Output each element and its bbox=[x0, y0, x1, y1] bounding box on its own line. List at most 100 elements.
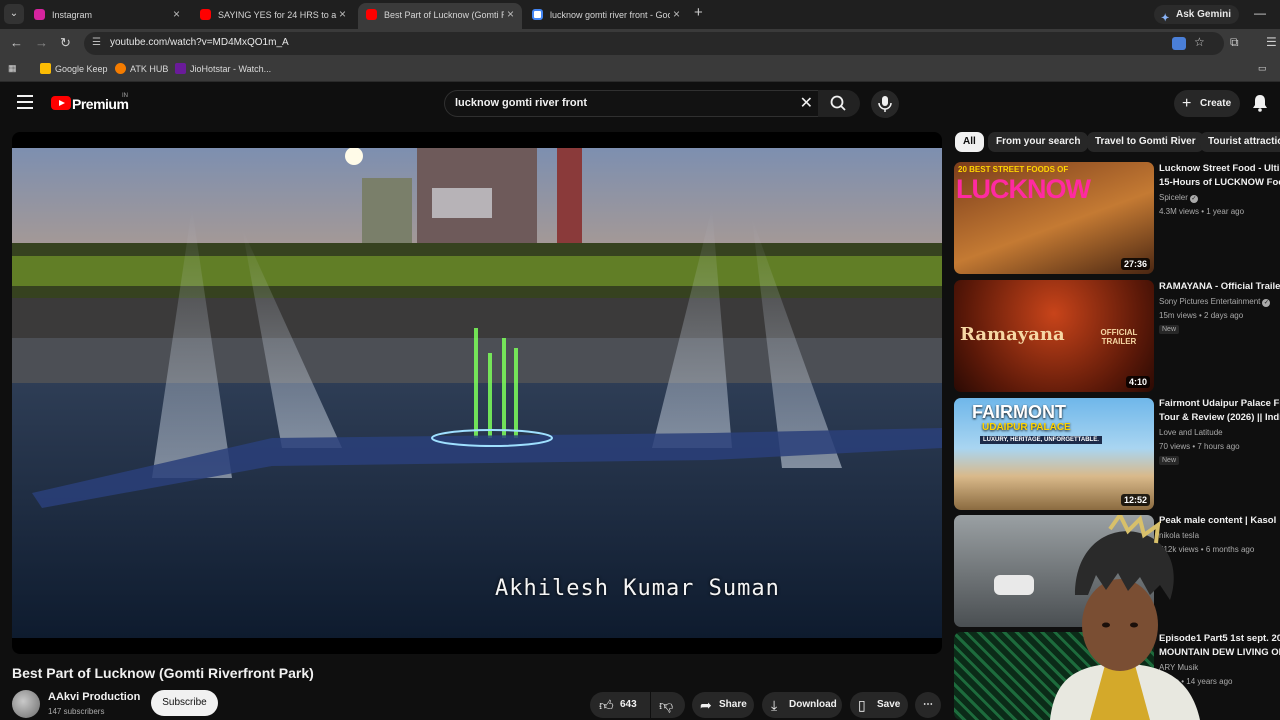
like-count: 643 bbox=[620, 699, 637, 710]
site-info-icon[interactable]: ☰ bbox=[92, 37, 101, 48]
video-duration: 27:36 bbox=[1120, 258, 1150, 270]
atk-hub-icon bbox=[115, 63, 126, 74]
ask-gemini-button[interactable]: ✦ Ask Gemini bbox=[1154, 5, 1240, 24]
close-icon[interactable]: × bbox=[339, 7, 346, 21]
rec-thumbnail[interactable]: FAIRMONT UDAIPUR PALACE LUXURY, HERITAGE… bbox=[954, 398, 1154, 510]
bookmark-jiohotstar[interactable]: JioHotstar - Watch... bbox=[175, 63, 271, 74]
tab-label: SAYING YES for 24 HRS to a FAN bbox=[218, 10, 338, 20]
clear-search-icon[interactable]: ✕ bbox=[800, 93, 813, 113]
thumb-subcaption: LUXURY, HERITAGE, UNFORGETTABLE. bbox=[980, 436, 1102, 444]
rec-title[interactable]: Fairmont Udaipur Palace Full Tour & Revie… bbox=[1159, 397, 1280, 425]
video-player[interactable]: Akhilesh Kumar Suman bbox=[12, 132, 942, 654]
chip-all[interactable]: All bbox=[955, 132, 984, 152]
url-text: youtube.com/watch?v=MD4MxQO1m_A bbox=[110, 37, 289, 48]
video-title: Best Part of Lucknow (Gomti Riverfront P… bbox=[12, 665, 314, 681]
close-icon[interactable]: × bbox=[507, 7, 514, 21]
search-icon bbox=[830, 95, 846, 111]
chip-travel-gomti[interactable]: Travel to Gomti River bbox=[1087, 132, 1204, 152]
youtube-logo-icon[interactable] bbox=[51, 96, 71, 110]
channel-label: Sony Pictures Entertainment bbox=[1159, 297, 1261, 306]
menu-icon[interactable]: ☰ bbox=[1266, 35, 1277, 49]
share-icon: ➦ bbox=[700, 697, 712, 713]
plus-icon: + bbox=[1182, 95, 1192, 112]
video-frame bbox=[12, 148, 942, 638]
jiohotstar-icon bbox=[175, 63, 186, 74]
download-button[interactable]: ⤓ Download bbox=[762, 692, 842, 718]
thumb-caption: 20 BEST STREET FOODS OF bbox=[958, 165, 1069, 174]
google-icon bbox=[532, 9, 543, 20]
search-query: lucknow gomti river front bbox=[455, 97, 588, 109]
close-icon[interactable]: × bbox=[173, 7, 180, 21]
channel-avatar[interactable] bbox=[12, 690, 40, 718]
apps-grid-icon[interactable]: ▦ bbox=[8, 63, 17, 74]
rec-meta: 15m views • 2 days ago bbox=[1159, 311, 1244, 320]
tab-google-search[interactable]: lucknow gomti river front - Goo × bbox=[524, 3, 688, 27]
address-bar[interactable]: ☰ youtube.com/watch?v=MD4MxQO1m_A bbox=[84, 32, 1224, 55]
bookmark-label: ATK HUB bbox=[130, 64, 169, 74]
translate-icon[interactable] bbox=[1172, 37, 1186, 50]
bookmark-icon: ▯ bbox=[858, 697, 866, 713]
rec-channel[interactable]: Spiceler ✓ bbox=[1159, 193, 1198, 203]
rec-title[interactable]: RAMAYANA - Official Trailer bbox=[1159, 280, 1280, 294]
chip-from-your-search[interactable]: From your search bbox=[988, 132, 1089, 152]
gemini-icon: ✦ bbox=[1161, 13, 1170, 24]
share-button[interactable]: ➦ Share bbox=[692, 692, 754, 718]
rec-channel[interactable]: Sony Pictures Entertainment ✓ bbox=[1159, 297, 1271, 307]
save-button[interactable]: ▯ Save bbox=[850, 692, 908, 718]
bookmarks-bar: ▦ Google Keep ATK HUB JioHotstar - Watch… bbox=[0, 58, 1280, 82]
extensions-icon[interactable]: ⧉ bbox=[1230, 35, 1239, 50]
browser-tab-strip: ⌄ Instagram × SAYING YES for 24 HRS to a… bbox=[0, 0, 1280, 29]
like-button[interactable]: 👍︎ 643 bbox=[590, 692, 650, 718]
rec-meta: 70 views • 7 hours ago bbox=[1159, 442, 1240, 451]
voice-search-button[interactable] bbox=[871, 90, 899, 118]
channel-name[interactable]: AAkvi Production bbox=[48, 691, 140, 703]
new-tab-button[interactable]: + bbox=[694, 4, 703, 21]
bookmark-google-keep[interactable]: Google Keep bbox=[40, 63, 108, 74]
bookmark-atk-hub[interactable]: ATK HUB bbox=[115, 63, 168, 74]
bookmark-star-icon[interactable]: ☆ bbox=[1194, 35, 1205, 49]
more-actions-button[interactable]: ⋯ bbox=[915, 692, 941, 718]
minimize-button[interactable]: — bbox=[1254, 6, 1266, 20]
search-input[interactable]: lucknow gomti river front ✕ bbox=[444, 90, 820, 117]
rec-title[interactable]: Lucknow Street Food - Ultimate 15-Hours o… bbox=[1159, 162, 1280, 190]
thumb-caption: OFFICIAL TRAILER bbox=[1100, 328, 1138, 346]
forward-icon[interactable]: → bbox=[35, 35, 48, 50]
thumbs-up-icon: 👍︎ bbox=[599, 697, 614, 713]
rec-thumbnail[interactable]: 20 BEST STREET FOODS OF LUCKNOW 27:36 bbox=[954, 162, 1154, 274]
new-badge: New bbox=[1159, 325, 1180, 334]
back-icon[interactable]: ← bbox=[10, 35, 23, 50]
tab-label: lucknow gomti river front - Goo bbox=[550, 10, 670, 20]
reload-icon[interactable]: ↻ bbox=[60, 35, 71, 51]
bookmark-label: Google Keep bbox=[55, 64, 108, 74]
tab-best-part-lucknow[interactable]: Best Part of Lucknow (Gomti Ri × bbox=[358, 3, 522, 29]
notifications-bell-icon[interactable] bbox=[1252, 94, 1268, 112]
browser-toolbar: ← → ↻ ☰ youtube.com/watch?v=MD4MxQO1m_A … bbox=[0, 29, 1280, 58]
region-code: IN bbox=[122, 93, 128, 99]
rec-meta: 4.3M views • 1 year ago bbox=[1159, 207, 1245, 216]
rec-thumbnail[interactable]: Ramayana OFFICIAL TRAILER 4:10 bbox=[954, 280, 1154, 392]
search-button[interactable] bbox=[818, 90, 860, 117]
dislike-button[interactable]: 👎︎ bbox=[651, 692, 685, 718]
tab-search-button[interactable]: ⌄ bbox=[4, 4, 24, 24]
tab-instagram[interactable]: Instagram × bbox=[26, 3, 188, 27]
subscriber-count: 147 subscribers bbox=[48, 707, 105, 716]
close-icon[interactable]: × bbox=[673, 7, 680, 21]
instagram-icon bbox=[34, 9, 45, 20]
save-label: Save bbox=[877, 699, 901, 710]
folder-icon[interactable]: ▭ bbox=[1258, 63, 1267, 74]
more-icon: ⋯ bbox=[923, 699, 933, 710]
guide-menu-icon[interactable] bbox=[17, 95, 33, 109]
tab-saying-yes[interactable]: SAYING YES for 24 HRS to a FAN × bbox=[192, 3, 354, 27]
chip-tourist-attractions[interactable]: Tourist attractions bbox=[1200, 132, 1280, 152]
keep-icon bbox=[40, 63, 51, 74]
youtube-premium-logo[interactable]: Premium bbox=[72, 96, 129, 112]
rec-title-line: Tour & Review (2026) || India bbox=[1159, 412, 1280, 423]
ask-gemini-label: Ask Gemini bbox=[1176, 9, 1232, 20]
download-icon: ⤓ bbox=[771, 697, 778, 713]
video-duration: 4:10 bbox=[1125, 376, 1150, 388]
create-button[interactable]: + Create bbox=[1174, 90, 1240, 117]
rec-channel[interactable]: Love and Latitude bbox=[1159, 428, 1223, 437]
youtube-icon bbox=[366, 9, 377, 20]
rec-title-line: Fairmont Udaipur Palace Full bbox=[1159, 398, 1280, 409]
subscribe-button[interactable]: Subscribe bbox=[151, 690, 218, 716]
